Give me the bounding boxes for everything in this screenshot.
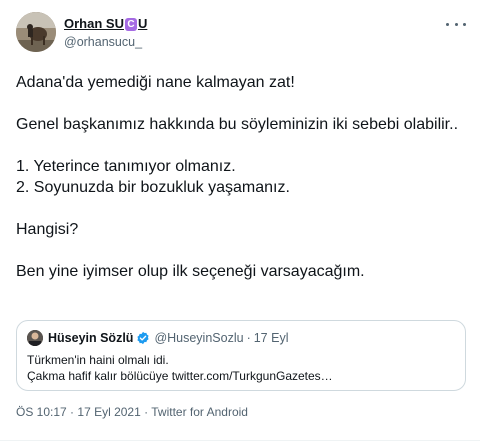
author-display-name[interactable]: Orhan SU (64, 16, 124, 32)
quoted-tweet-header: Hüseyin Sözlü @HuseyinSozlu · 17 Eyl (27, 329, 288, 347)
quoted-tweet[interactable]: Hüseyin Sözlü @HuseyinSozlu · 17 Eyl Tür… (16, 320, 466, 391)
quoted-author-name: Hüseyin Sözlü (48, 331, 134, 345)
tweet-line: Genel başkanımız hakkında bu söyleminizi… (16, 116, 459, 133)
author-name-suffix[interactable]: U (138, 16, 147, 32)
name-letter-badge: C (124, 17, 137, 31)
quoted-tweet-date: 17 Eyl (253, 331, 289, 345)
tweet-card: Orhan SU C U @orhansucu_ Adana'da yemedi… (0, 0, 480, 441)
verified-badge-icon (137, 331, 149, 345)
author-block: Orhan SU C U @orhansucu_ (64, 16, 147, 50)
author-avatar[interactable] (16, 12, 56, 52)
quoted-author-avatar (27, 330, 43, 346)
quoted-tweet-text: Türkmen'in haini olmalı idi. Çakma hafif… (27, 352, 333, 384)
tweet-source[interactable]: Twitter for Android (151, 405, 248, 419)
separator-dot: · (246, 331, 251, 345)
tweet-text: Adana'da yemediği nane kalmayan zat! Gen… (16, 72, 466, 282)
tweet-metadata: ÖS 10:17 · 17 Eyl 2021 · Twitter for And… (16, 405, 248, 419)
tweet-line: 1. Yeterince tanımıyor olmanız. (16, 158, 236, 175)
quoted-tweet-line: Çakma hafif kalır bölücüye twitter.com/T… (27, 369, 333, 383)
quoted-tweet-line: Türkmen'in haini olmalı idi. (27, 353, 169, 367)
quoted-author-handle: @HuseyinSozlu (154, 331, 244, 345)
author-handle[interactable]: @orhansucu_ (64, 34, 147, 50)
avatar-image (16, 12, 56, 52)
author-name-row[interactable]: Orhan SU C U (64, 16, 147, 32)
tweet-line: Hangisi? (16, 221, 79, 238)
tweet-time[interactable]: ÖS 10:17 (16, 405, 67, 419)
more-horizontal-icon[interactable] (446, 18, 466, 30)
tweet-line: Ben yine iyimser olup ilk seçeneği varsa… (16, 263, 365, 280)
tweet-line: 2. Soyunuzda bir bozukluk yaşamanız. (16, 179, 290, 196)
tweet-line: Adana'da yemediği nane kalmayan zat! (16, 74, 295, 91)
tweet-date[interactable]: 17 Eyl 2021 (77, 405, 140, 419)
